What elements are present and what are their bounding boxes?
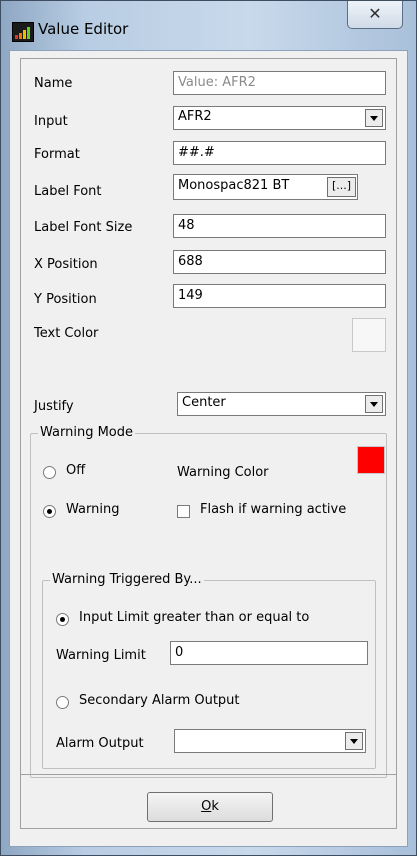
format-label: Format (34, 147, 80, 162)
radio-off[interactable] (43, 466, 56, 479)
off-label[interactable]: Off (66, 463, 85, 478)
triggered-by-title: Warning Triggered By... (50, 572, 204, 587)
warning-mode-title: Warning Mode (38, 425, 135, 440)
chevron-down-icon[interactable] (365, 395, 383, 413)
warning-label[interactable]: Warning (66, 502, 119, 517)
close-button[interactable]: ✕ (347, 1, 403, 29)
warning-color-swatch[interactable] (357, 446, 385, 474)
footer-divider (20, 774, 397, 775)
app-gauge-icon (12, 22, 34, 42)
name-label: Name (34, 76, 73, 91)
label-font-label: Label Font (34, 184, 102, 199)
warning-color-label: Warning Color (177, 465, 269, 480)
format-field[interactable]: ##.# (173, 141, 386, 165)
input-select[interactable]: AFR2 (173, 106, 386, 130)
y-position-field[interactable]: 149 (173, 284, 386, 308)
input-limit-label[interactable]: Input Limit greater than or equal to (79, 610, 309, 625)
ok-button[interactable]: Ok (147, 792, 273, 822)
flash-checkbox[interactable] (177, 505, 190, 518)
label-font-size-field[interactable]: 48 (173, 214, 386, 238)
input-select-value: AFR2 (178, 109, 212, 124)
alarm-output-select[interactable] (174, 729, 366, 753)
justify-label: Justify (34, 399, 74, 414)
warning-limit-field[interactable]: 0 (170, 641, 368, 665)
justify-select-value: Center (182, 395, 226, 410)
x-position-field[interactable]: 688 (173, 250, 386, 274)
justify-select[interactable]: Center (177, 392, 386, 416)
text-color-swatch[interactable] (352, 318, 386, 352)
x-position-label: X Position (34, 257, 98, 272)
radio-secondary-alarm[interactable] (56, 696, 69, 709)
radio-input-limit[interactable] (56, 613, 69, 626)
y-position-label: Y Position (34, 292, 97, 307)
window-title: Value Editor (38, 20, 129, 38)
chevron-down-icon[interactable] (365, 109, 383, 127)
warning-limit-label: Warning Limit (56, 648, 146, 663)
font-browse-button[interactable]: [...] (327, 177, 356, 197)
name-field[interactable]: Value: AFR2 (173, 71, 386, 95)
alarm-output-label: Alarm Output (56, 736, 144, 751)
ok-mnemonic: O (201, 799, 212, 814)
flash-label[interactable]: Flash if warning active (200, 502, 346, 517)
text-color-label: Text Color (34, 326, 99, 341)
close-icon: ✕ (368, 4, 382, 23)
ok-label-rest: k (211, 799, 219, 814)
secondary-alarm-label[interactable]: Secondary Alarm Output (79, 693, 240, 708)
radio-warning[interactable] (43, 505, 56, 518)
input-label: Input (34, 114, 68, 129)
label-font-size-label: Label Font Size (34, 220, 133, 235)
chevron-down-icon[interactable] (345, 732, 363, 750)
